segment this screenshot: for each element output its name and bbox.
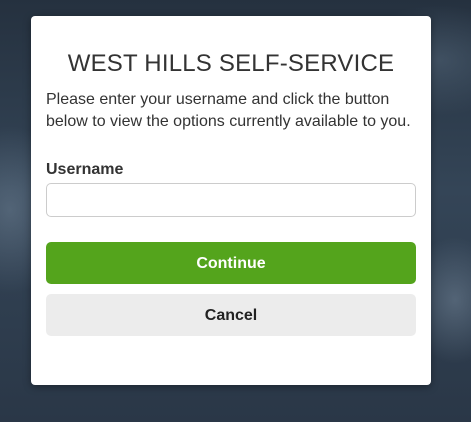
dialog-title: WEST HILLS SELF-SERVICE [67, 50, 395, 77]
continue-button[interactable]: Continue [46, 242, 416, 284]
username-label: Username [46, 161, 124, 178]
username-input[interactable] [46, 183, 416, 217]
login-dialog: WEST HILLS SELF-SERVICE Please enter you… [31, 16, 431, 385]
instructions-text: Please enter your username and click the… [46, 91, 411, 130]
cancel-button[interactable]: Cancel [46, 294, 416, 336]
